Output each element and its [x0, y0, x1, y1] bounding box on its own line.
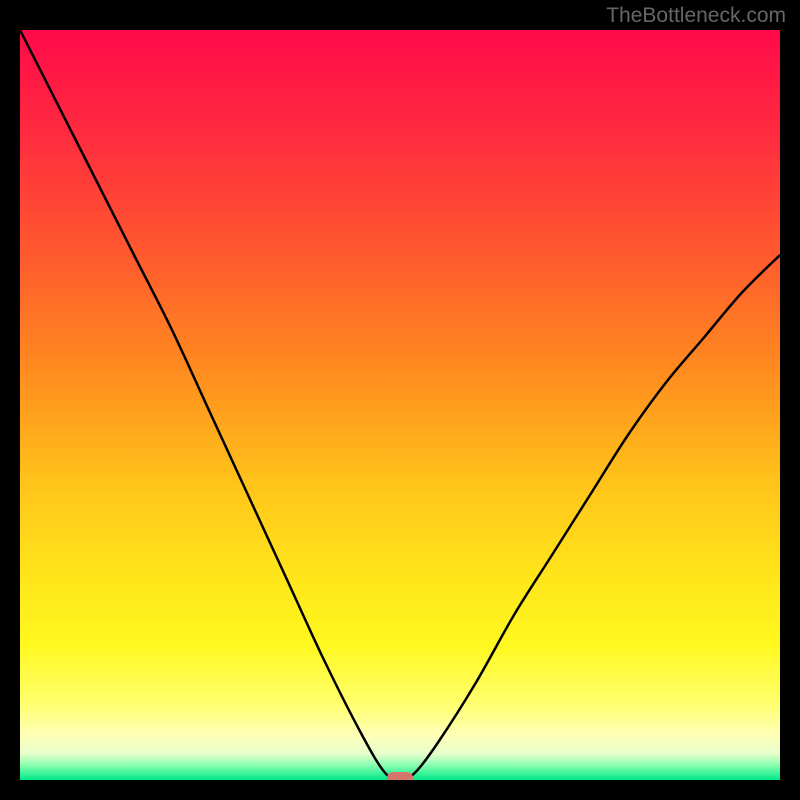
plot-area	[20, 30, 780, 780]
watermark-text: TheBottleneck.com	[606, 4, 786, 28]
chart-container: TheBottleneck.com	[0, 0, 800, 800]
optimal-marker	[387, 772, 413, 780]
bottleneck-curve	[20, 30, 780, 780]
